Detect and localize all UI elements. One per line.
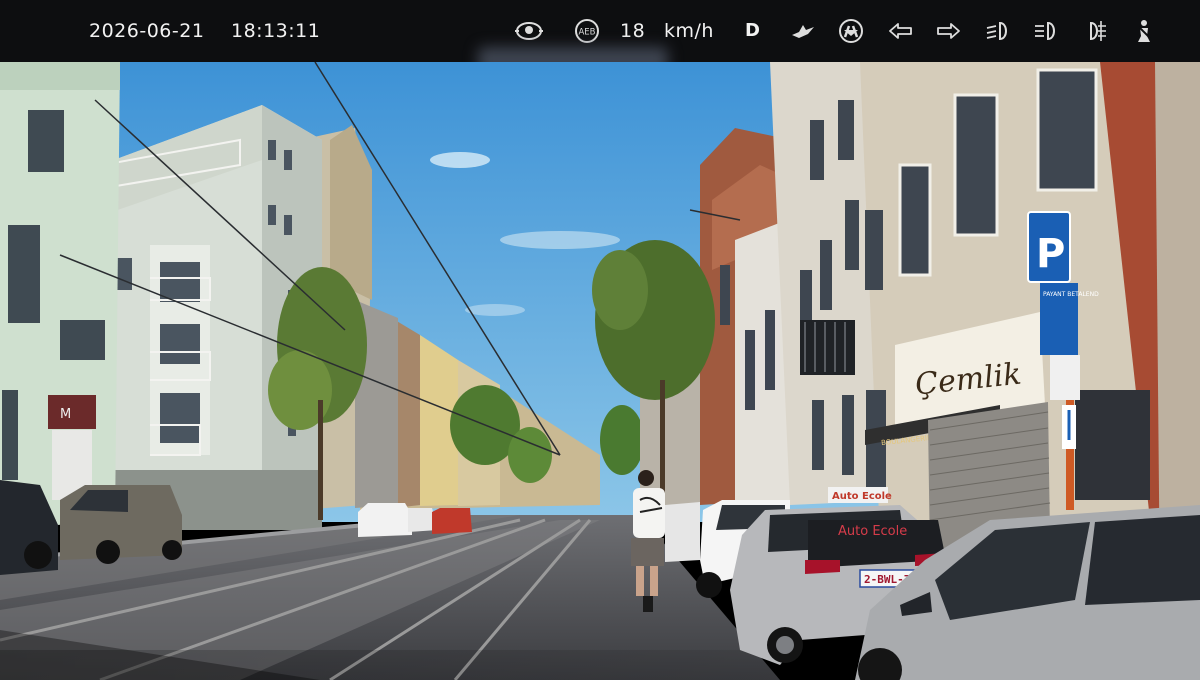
- hud-gear: D: [745, 20, 761, 41]
- parking-sign-letter: P: [1036, 231, 1065, 277]
- low-beam-icon: [984, 18, 1012, 44]
- scene-drawing: M Çemlik BOULANGERIE Auto Ecole Auto Eco…: [0, 62, 1200, 680]
- fog-light-icon: [1080, 18, 1108, 44]
- parking-sign-sub: PAYANT BETALEND: [1043, 291, 1099, 298]
- aeb-icon: AEB: [573, 18, 601, 44]
- bird-icon: [789, 18, 817, 44]
- high-beam-icon: [1032, 18, 1060, 44]
- hud-speed-value: 18: [620, 20, 646, 42]
- hud-time: 18:13:11: [231, 20, 321, 42]
- driver-monitor-icon: [515, 18, 543, 44]
- street-scene: M Çemlik BOULANGERIE Auto Ecole Auto Eco…: [0, 62, 1200, 680]
- hud-date: 2026-06-21: [89, 20, 205, 42]
- left-turn-signal-icon: [887, 18, 915, 44]
- left-shop-sign: M: [60, 407, 71, 422]
- car-rear-sign: Auto Ecole: [838, 524, 907, 539]
- car-roof-sign: Auto Ecole: [832, 491, 892, 502]
- hud-speed-unit: km/h: [664, 20, 714, 42]
- seatbelt-icon: [1130, 18, 1158, 44]
- right-turn-signal-icon: [934, 18, 962, 44]
- aeb-label: AEB: [578, 28, 595, 38]
- lane-keep-icon: [837, 18, 865, 44]
